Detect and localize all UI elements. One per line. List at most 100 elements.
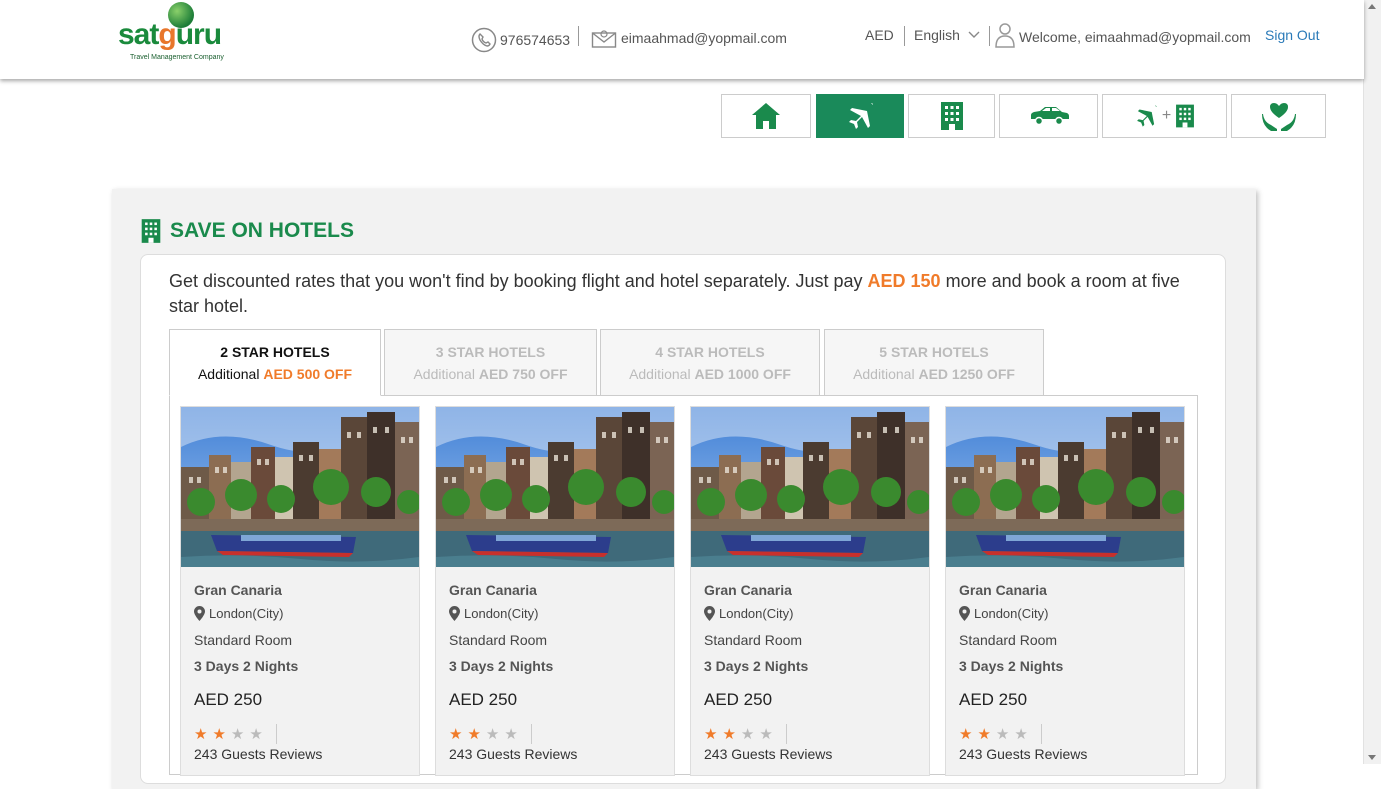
- hotel-price: AED 250: [959, 690, 1028, 709]
- location-text: London(City): [464, 606, 539, 621]
- star-empty-icon: ★: [230, 726, 245, 743]
- header-divider: [989, 26, 990, 46]
- nav-cars[interactable]: [999, 94, 1098, 138]
- hotel-photo[interactable]: [691, 407, 929, 567]
- room-type: Standard Room: [959, 632, 1058, 648]
- tab-3-star[interactable]: 3 STAR HOTELS Additional AED 750 OFF: [384, 329, 597, 396]
- desc-highlight: AED 150: [867, 271, 941, 291]
- phone-number[interactable]: 976574653: [500, 32, 570, 48]
- nav-hotels[interactable]: [908, 94, 995, 138]
- nav-flight-hotel[interactable]: +: [1102, 94, 1227, 138]
- building-icon: [1176, 104, 1195, 128]
- hotel-name[interactable]: Gran Canaria: [194, 582, 282, 598]
- vertical-scrollbar[interactable]: [1363, 0, 1381, 764]
- plane-icon: [849, 103, 873, 129]
- tab-discount: Additional AED 500 OFF: [170, 366, 380, 382]
- guest-reviews[interactable]: 243 Guests Reviews: [704, 746, 832, 762]
- guest-reviews[interactable]: 243 Guests Reviews: [959, 746, 1087, 762]
- tab-amount: AED 1000 OFF: [694, 366, 791, 382]
- envelope-icon: [591, 27, 617, 49]
- stay-duration: 3 Days 2 Nights: [194, 658, 299, 674]
- welcome-text: Welcome, eimaahmad@yopmail.com: [1019, 29, 1251, 45]
- star-empty-icon: ★: [504, 726, 518, 743]
- star-empty-icon: ★: [249, 726, 263, 743]
- hotel-photo[interactable]: [946, 407, 1184, 567]
- tab-amount: AED 750 OFF: [478, 366, 568, 382]
- satguru-logo[interactable]: satguru Travel Management Company: [118, 2, 248, 64]
- plus-sign: +: [1161, 107, 1172, 124]
- language-label: English: [914, 27, 960, 43]
- stay-duration: 3 Days 2 Nights: [449, 658, 554, 674]
- location-text: London(City): [974, 606, 1049, 621]
- room-type: Standard Room: [194, 632, 293, 648]
- tab-title: 5 STAR HOTELS: [879, 344, 989, 360]
- map-pin-icon: [704, 606, 715, 621]
- section-title: SAVE ON HOTELS: [140, 216, 354, 246]
- map-pin-icon: [449, 606, 460, 621]
- site-header: satguru Travel Management Company 976574…: [0, 0, 1364, 79]
- rating-divider: [530, 724, 532, 744]
- stay-duration: 3 Days 2 Nights: [959, 658, 1064, 674]
- star-empty-icon: ★: [485, 726, 500, 743]
- rating-divider: [275, 724, 277, 744]
- guest-reviews[interactable]: 243 Guests Reviews: [194, 746, 322, 762]
- tab-prefix: Additional: [853, 366, 919, 382]
- tab-4-star[interactable]: 4 STAR HOTELS Additional AED 1000 OFF: [600, 329, 820, 396]
- star-filled-icon: ★: [212, 726, 226, 743]
- tab-amount: AED 1250 OFF: [918, 366, 1015, 382]
- star-rating: ★ ★ ★ ★: [959, 724, 1042, 744]
- tab-5-star[interactable]: 5 STAR HOTELS Additional AED 1250 OFF: [824, 329, 1044, 396]
- tab-prefix: Additional: [629, 366, 695, 382]
- header-divider: [904, 26, 905, 46]
- hotel-card[interactable]: Gran Canaria London(City) Standard Room …: [945, 406, 1185, 776]
- scroll-up-arrow[interactable]: [1368, 4, 1376, 9]
- hotel-location: London(City): [194, 606, 283, 621]
- desc-text: Get discounted rates that you won't find…: [169, 271, 868, 291]
- nav-flights[interactable]: [816, 94, 904, 138]
- hotel-price: AED 250: [704, 690, 773, 709]
- star-empty-icon: ★: [1014, 726, 1028, 743]
- star-filled-icon: ★: [449, 726, 463, 743]
- user-welcome: Welcome, eimaahmad@yopmail.com: [994, 22, 1251, 48]
- brand-tagline: Travel Management Company: [130, 54, 224, 61]
- star-filled-icon: ★: [194, 726, 208, 743]
- star-rating: ★ ★ ★ ★: [704, 724, 787, 744]
- hotel-name[interactable]: Gran Canaria: [449, 582, 537, 598]
- tab-discount: Additional AED 750 OFF: [385, 366, 596, 382]
- nav-insurance[interactable]: [1231, 94, 1326, 138]
- email-contact: eimaahmad@yopmail.com: [591, 27, 787, 49]
- stay-duration: 3 Days 2 Nights: [704, 658, 809, 674]
- offer-description: Get discounted rates that you won't find…: [169, 269, 1199, 319]
- star-rating: ★ ★ ★ ★: [194, 724, 277, 744]
- tab-title: 3 STAR HOTELS: [435, 344, 546, 360]
- location-text: London(City): [719, 606, 794, 621]
- email-address[interactable]: eimaahmad@yopmail.com: [621, 30, 787, 46]
- hotel-card[interactable]: Gran Canaria London(City) Standard Room …: [435, 406, 675, 776]
- language-selector[interactable]: English: [914, 27, 980, 43]
- hotel-location: London(City): [959, 606, 1048, 621]
- star-empty-icon: ★: [740, 726, 755, 743]
- hotel-location: London(City): [704, 606, 793, 621]
- nav-home[interactable]: [721, 94, 811, 138]
- hotel-photo[interactable]: [436, 407, 674, 567]
- rating-divider: [785, 724, 787, 744]
- hotel-card[interactable]: Gran Canaria London(City) Standard Room …: [690, 406, 930, 776]
- chevron-down-icon: [968, 31, 980, 39]
- tab-title: 4 STAR HOTELS: [655, 344, 765, 360]
- hotel-name[interactable]: Gran Canaria: [959, 582, 1047, 598]
- hotel-card[interactable]: Gran Canaria London(City) Standard Room …: [180, 406, 420, 776]
- sign-out-link[interactable]: Sign Out: [1265, 27, 1319, 43]
- tab-2-star[interactable]: 2 STAR HOTELS Additional AED 500 OFF: [169, 329, 381, 396]
- star-rating: ★ ★ ★ ★: [449, 724, 532, 744]
- tab-prefix: Additional: [197, 366, 264, 382]
- currency-selector[interactable]: AED: [865, 27, 894, 43]
- star-empty-icon: ★: [995, 726, 1010, 743]
- brand-wordmark: satguru: [118, 18, 222, 51]
- tab-title: 2 STAR HOTELS: [220, 344, 330, 360]
- guest-reviews[interactable]: 243 Guests Reviews: [449, 746, 577, 762]
- scroll-down-arrow[interactable]: [1368, 755, 1376, 760]
- building-icon: [940, 102, 963, 130]
- hotel-photo[interactable]: [181, 407, 419, 567]
- hotel-name[interactable]: Gran Canaria: [704, 582, 792, 598]
- map-pin-icon: [959, 606, 970, 621]
